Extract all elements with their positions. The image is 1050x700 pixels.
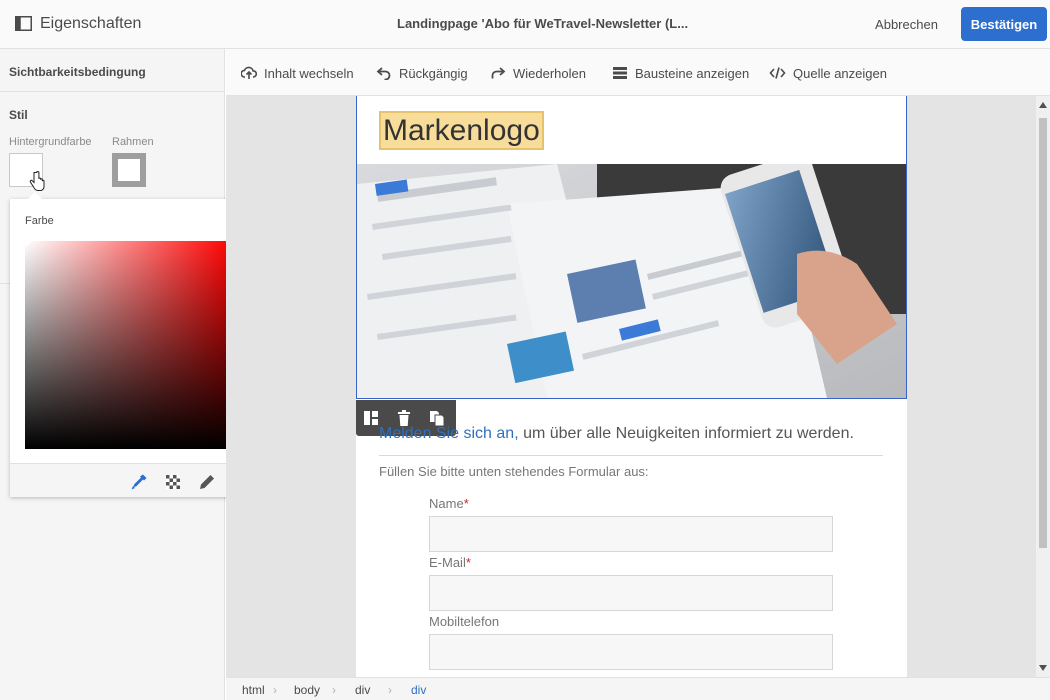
- signup-link[interactable]: sich an,: [464, 425, 519, 442]
- change-content-button[interactable]: Inhalt wechseln: [241, 63, 354, 83]
- color-label: Farbe: [25, 215, 54, 227]
- cancel-button[interactable]: Abbrechen: [866, 8, 947, 40]
- email-input[interactable]: [429, 575, 833, 611]
- eyedropper-icon[interactable]: [130, 473, 148, 491]
- border-label: Rahmen: [112, 136, 154, 148]
- selected-block-outline: [356, 96, 907, 399]
- transparent-icon[interactable]: [164, 473, 182, 491]
- chevron-right-icon: ›: [332, 683, 336, 697]
- redo-button[interactable]: Wiederholen: [490, 63, 586, 83]
- redo-label: Wiederholen: [513, 65, 586, 81]
- change-content-label: Inhalt wechseln: [264, 65, 354, 81]
- mobile-field-label: Mobiltelefon: [429, 614, 500, 629]
- form-intro: Füllen Sie bitte unten stehendes Formula…: [379, 464, 649, 479]
- saturation-handle[interactable]: [21, 237, 30, 246]
- redo-icon: [491, 67, 506, 79]
- undo-icon: [376, 67, 391, 80]
- name-field-label: Name*: [429, 496, 469, 511]
- breadcrumb-item[interactable]: html: [242, 683, 265, 697]
- background-color-label: Hintergrundfarbe: [9, 136, 92, 148]
- divider: [379, 455, 883, 456]
- show-blocks-label: Bausteine anzeigen: [635, 65, 750, 81]
- breadcrumb: html › body › div › div: [226, 677, 1050, 700]
- name-input[interactable]: [429, 516, 833, 552]
- panel-toggle-icon[interactable]: [15, 16, 32, 31]
- chevron-right-icon: ›: [273, 683, 277, 697]
- cloud-upload-icon: [241, 66, 257, 79]
- undo-label: Rückgängig: [399, 65, 468, 81]
- visibility-label: Sichtbarkeitsbedingung: [9, 65, 146, 79]
- signup-link[interactable]: Melden Sie: [379, 425, 459, 442]
- visibility-section[interactable]: Sichtbarkeitsbedingung: [0, 49, 225, 92]
- editor-toolbar: Inhalt wechseln Rückgängig Wiederholen B…: [226, 49, 1050, 96]
- breadcrumb-item[interactable]: div: [355, 683, 370, 697]
- pencil-icon[interactable]: [198, 473, 216, 491]
- document-title: Landingpage 'Abo für WeTravel-Newsletter…: [397, 16, 689, 31]
- scroll-thumb[interactable]: [1039, 118, 1047, 548]
- scroll-up-icon[interactable]: [1039, 102, 1047, 108]
- mobile-input[interactable]: [429, 634, 833, 670]
- blocks-icon: [613, 67, 627, 79]
- hand-cursor-icon: [29, 171, 45, 191]
- show-source-label: Quelle anzeigen: [793, 65, 887, 81]
- code-icon: [769, 67, 786, 79]
- confirm-button[interactable]: Bestätigen: [961, 7, 1047, 41]
- signup-text-rest: um über alle Neuigkeiten informiert zu w…: [518, 425, 854, 442]
- saturation-brightness-area[interactable]: [25, 241, 233, 449]
- layout-icon[interactable]: [362, 409, 380, 427]
- breadcrumb-item[interactable]: body: [294, 683, 320, 697]
- undo-button[interactable]: Rückgängig: [376, 63, 468, 83]
- show-blocks-button[interactable]: Bausteine anzeigen: [612, 63, 749, 83]
- signup-text: Melden Sie sich an, um über alle Neuigke…: [379, 425, 854, 443]
- scroll-down-icon[interactable]: [1039, 665, 1047, 671]
- panel-title: Eigenschaften: [40, 15, 142, 32]
- breadcrumb-item-active[interactable]: div: [411, 683, 426, 697]
- header-bar: Eigenschaften Landingpage 'Abo für WeTra…: [0, 0, 1050, 49]
- style-heading: Stil: [9, 108, 28, 122]
- chevron-right-icon: ›: [388, 683, 392, 697]
- email-field-label: E-Mail*: [429, 555, 471, 570]
- popup-arrow: [28, 192, 42, 199]
- border-swatch[interactable]: [112, 153, 146, 187]
- show-source-button[interactable]: Quelle anzeigen: [769, 63, 887, 83]
- vertical-scrollbar[interactable]: [1036, 96, 1050, 677]
